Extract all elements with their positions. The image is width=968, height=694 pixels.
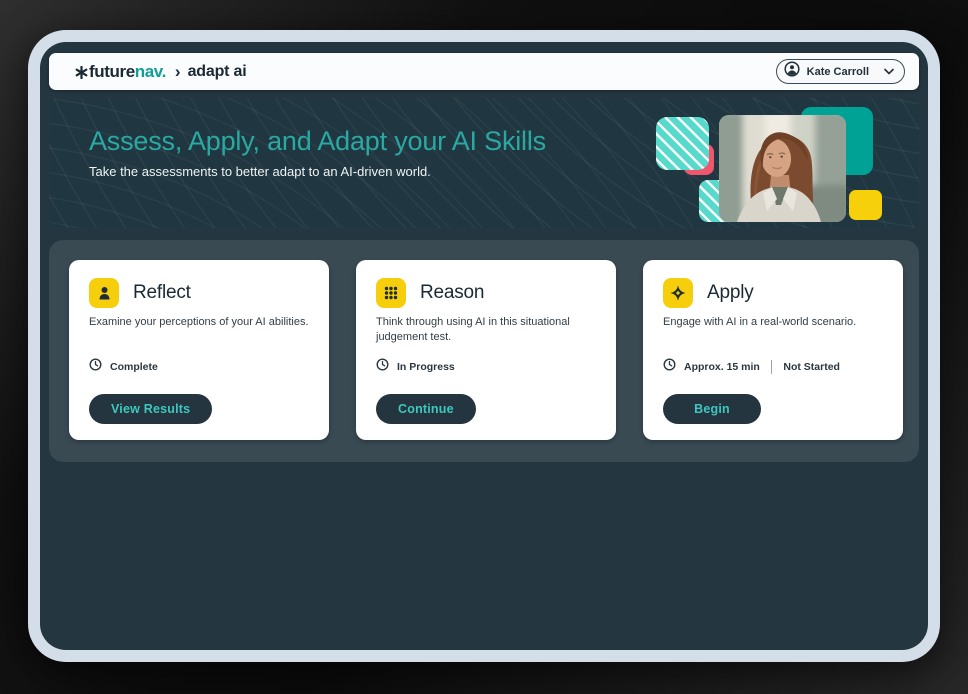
person-icon — [89, 278, 119, 308]
card-reflect: Reflect Examine your perceptions of your… — [69, 260, 329, 440]
logo-text-nav: nav. — [135, 62, 166, 82]
breadcrumb-separator: › — [175, 62, 181, 82]
card-title: Reason — [420, 282, 484, 304]
device-frame: future nav. › adapt ai Kate Carroll — [28, 30, 940, 662]
card-description: Think through using AI in this situation… — [376, 315, 596, 349]
card-status-row: Approx. 15 min Not Started — [663, 360, 883, 374]
woman-portrait-photo — [719, 115, 846, 222]
user-menu[interactable]: Kate Carroll — [776, 59, 905, 84]
sparkle-icon — [663, 278, 693, 308]
view-results-button[interactable]: View Results — [89, 394, 212, 424]
status-divider — [771, 360, 773, 374]
hero-subtitle: Take the assessments to better adapt to … — [89, 164, 546, 179]
status-label: Complete — [110, 361, 158, 373]
status-label: In Progress — [397, 361, 455, 373]
card-title: Reflect — [133, 282, 191, 304]
logo[interactable]: future nav. — [75, 62, 166, 82]
clock-icon — [89, 358, 102, 376]
card-description: Engage with AI in a real-world scenario. — [663, 315, 883, 349]
person-circle-icon — [784, 61, 800, 82]
clock-icon — [663, 358, 676, 376]
card-apply: Apply Engage with AI in a real-world sce… — [643, 260, 903, 440]
assessment-cards-container: Reflect Examine your perceptions of your… — [49, 240, 919, 462]
hero-banner: Assess, Apply, and Adapt your AI Skills … — [49, 98, 919, 228]
logo-text-future: future — [89, 62, 135, 82]
card-reason: Reason Think through using AI in this si… — [356, 260, 616, 440]
clock-icon — [376, 358, 389, 376]
decor-yellow-square — [849, 190, 882, 220]
grid-dots-icon — [376, 278, 406, 308]
continue-button[interactable]: Continue — [376, 394, 476, 424]
breadcrumb-app-name: adapt ai — [188, 63, 247, 81]
card-status-row: In Progress — [376, 360, 596, 374]
top-navbar: future nav. › adapt ai Kate Carroll — [49, 53, 919, 90]
card-title: Apply — [707, 282, 754, 304]
card-description: Examine your perceptions of your AI abil… — [89, 315, 309, 349]
chevron-down-icon — [884, 68, 894, 75]
begin-button[interactable]: Begin — [663, 394, 761, 424]
app-screen: future nav. › adapt ai Kate Carroll — [40, 42, 928, 650]
asterisk-icon — [75, 66, 88, 84]
user-name: Kate Carroll — [807, 66, 869, 78]
hero-title: Assess, Apply, and Adapt your AI Skills — [89, 126, 546, 157]
desktop-background: future nav. › adapt ai Kate Carroll — [0, 0, 968, 694]
status-duration: Approx. 15 min — [684, 361, 760, 373]
status-label: Not Started — [783, 361, 840, 373]
decor-striped-teal-square — [656, 117, 709, 170]
card-status-row: Complete — [89, 360, 309, 374]
